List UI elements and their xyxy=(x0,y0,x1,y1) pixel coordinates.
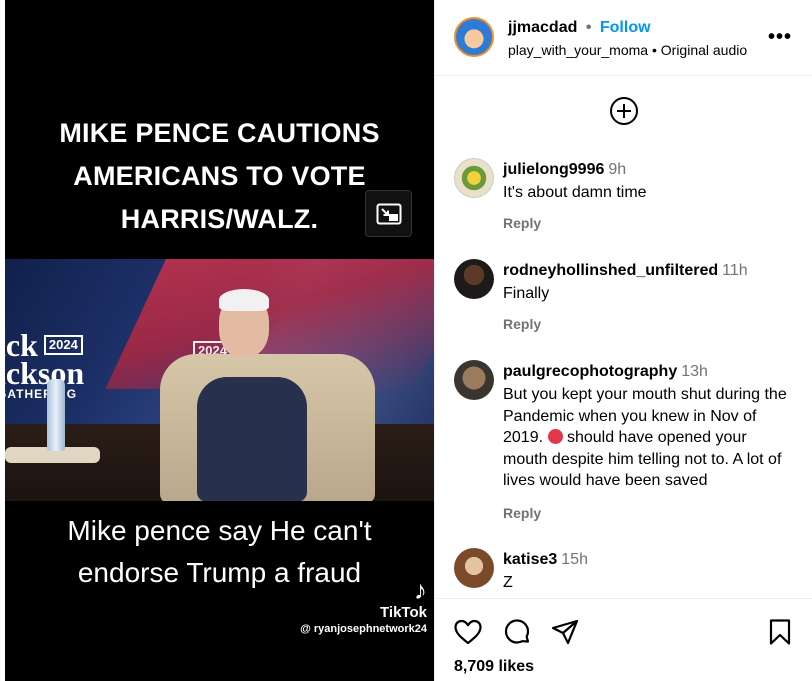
tiktok-watermark: ♪ TikTok @ ryanjosephnetwork24 xyxy=(300,575,427,635)
follow-button[interactable]: Follow xyxy=(600,19,651,36)
reply-button[interactable]: Reply xyxy=(503,505,541,521)
commenter-username[interactable]: katise3 xyxy=(503,551,557,568)
comment-time: 11h xyxy=(722,262,748,279)
commenter-username[interactable]: julielong9996 xyxy=(503,161,604,178)
bookmark-save-icon[interactable] xyxy=(765,617,795,647)
tiktok-note-icon: ♪ xyxy=(414,575,427,605)
reply-button[interactable]: Reply xyxy=(503,316,541,332)
commenter-avatar[interactable] xyxy=(454,548,494,588)
commenter-avatar[interactable] xyxy=(454,158,494,198)
post-header: jjmacdad • Follow play_with_your_moma • … xyxy=(435,0,812,76)
commenter-avatar[interactable] xyxy=(454,360,494,400)
comment-time: 9h xyxy=(608,161,627,178)
commenter-avatar[interactable] xyxy=(454,259,494,299)
original-audio-link[interactable]: Original audio xyxy=(661,42,747,58)
reply-button[interactable]: Reply xyxy=(503,215,541,231)
commenter-username[interactable]: rodneyhollinshed_unfiltered xyxy=(503,262,718,279)
post-action-bar: 8,709 likes xyxy=(435,598,812,681)
picture-in-picture-icon xyxy=(376,203,401,224)
comment-bubble-icon[interactable] xyxy=(502,617,532,647)
author-username[interactable]: jjmacdad xyxy=(508,19,577,36)
share-send-icon[interactable] xyxy=(550,617,580,647)
comment-time: 15h xyxy=(561,551,588,568)
author-avatar[interactable] xyxy=(454,17,494,57)
angry-face-emoji-icon xyxy=(547,429,563,444)
comment-text: Finally xyxy=(503,285,550,302)
comment-text: Z xyxy=(503,574,513,591)
add-circle-icon[interactable] xyxy=(609,96,639,126)
comment-time: 13h xyxy=(681,363,708,380)
picture-in-picture-button[interactable] xyxy=(365,190,412,237)
video-player[interactable]: MIKE PENCE CAUTIONS AMERICANS TO VOTE HA… xyxy=(5,0,434,681)
water-bottle xyxy=(47,379,65,451)
likes-count[interactable]: 8,709 likes xyxy=(454,658,534,676)
post-side-panel: jjmacdad • Follow play_with_your_moma • … xyxy=(434,0,812,681)
comment-text: It's about damn time xyxy=(503,184,647,201)
video-frame: ick2024 ickson GATHERING 2024 xyxy=(5,259,434,501)
comment-text: But you kept your mouth shut during the … xyxy=(503,386,787,489)
audio-user-link[interactable]: play_with_your_moma xyxy=(508,42,648,58)
event-banner-left: ick2024 ickson GATHERING xyxy=(5,327,85,401)
more-options-icon[interactable]: ••• xyxy=(768,26,792,49)
heart-icon[interactable] xyxy=(453,617,483,647)
speaker-body xyxy=(197,377,307,501)
commenter-username[interactable]: paulgrecophotography xyxy=(503,363,677,380)
